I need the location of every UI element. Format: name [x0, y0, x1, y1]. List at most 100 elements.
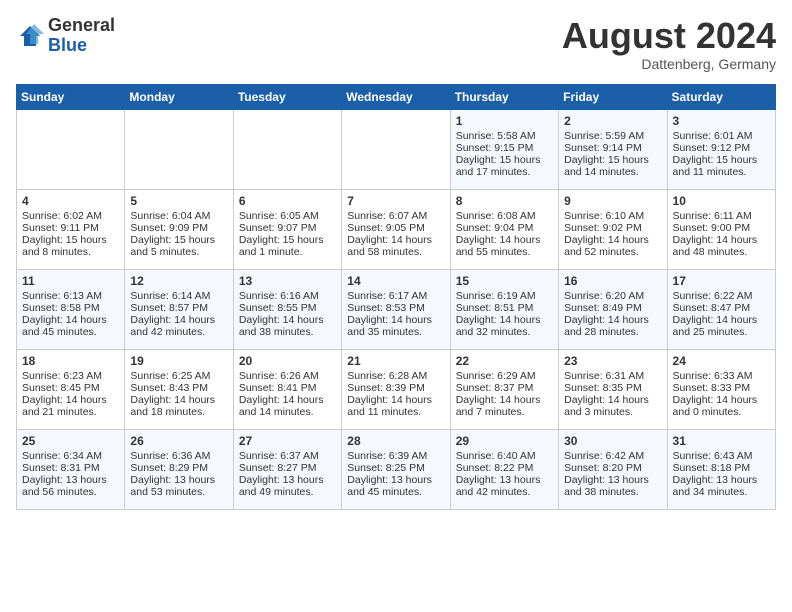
cell-text: Sunset: 8:22 PM: [456, 462, 553, 474]
calendar-cell: 15Sunrise: 6:19 AMSunset: 8:51 PMDayligh…: [450, 269, 558, 349]
cell-text: Sunset: 8:27 PM: [239, 462, 336, 474]
cell-text: Sunrise: 6:14 AM: [130, 290, 227, 302]
cell-text: Daylight: 14 hours and 7 minutes.: [456, 394, 553, 418]
calendar-cell: 11Sunrise: 6:13 AMSunset: 8:58 PMDayligh…: [17, 269, 125, 349]
cell-text: Sunrise: 6:16 AM: [239, 290, 336, 302]
cell-text: Daylight: 14 hours and 11 minutes.: [347, 394, 444, 418]
calendar-cell: 30Sunrise: 6:42 AMSunset: 8:20 PMDayligh…: [559, 429, 667, 509]
logo-text: General Blue: [48, 16, 115, 56]
calendar-cell: 4Sunrise: 6:02 AMSunset: 9:11 PMDaylight…: [17, 189, 125, 269]
day-number: 19: [130, 354, 227, 368]
cell-text: Daylight: 14 hours and 25 minutes.: [673, 314, 770, 338]
cell-text: Sunset: 8:43 PM: [130, 382, 227, 394]
cell-text: Sunrise: 6:34 AM: [22, 450, 119, 462]
cell-text: Sunset: 8:55 PM: [239, 302, 336, 314]
header-day-monday: Monday: [125, 84, 233, 109]
logo-general-text: General: [48, 16, 115, 36]
cell-text: Sunrise: 6:11 AM: [673, 210, 770, 222]
day-number: 14: [347, 274, 444, 288]
cell-text: Sunset: 9:00 PM: [673, 222, 770, 234]
title-block: August 2024 Dattenberg, Germany: [562, 16, 776, 72]
cell-text: Sunrise: 6:39 AM: [347, 450, 444, 462]
cell-text: Sunset: 8:49 PM: [564, 302, 661, 314]
cell-text: Sunrise: 6:25 AM: [130, 370, 227, 382]
cell-text: Sunrise: 6:10 AM: [564, 210, 661, 222]
cell-text: Daylight: 14 hours and 38 minutes.: [239, 314, 336, 338]
cell-text: Sunrise: 6:28 AM: [347, 370, 444, 382]
calendar-cell: 10Sunrise: 6:11 AMSunset: 9:00 PMDayligh…: [667, 189, 775, 269]
cell-text: Sunset: 9:09 PM: [130, 222, 227, 234]
cell-text: Sunrise: 6:42 AM: [564, 450, 661, 462]
day-number: 23: [564, 354, 661, 368]
calendar-cell: 2 Sunrise: 5:59 AMSunset: 9:14 PMDaylight…: [559, 109, 667, 189]
calendar-cell: 7Sunrise: 6:07 AMSunset: 9:05 PMDaylight…: [342, 189, 450, 269]
calendar-cell: 1Sunrise: 5:58 AMSunset: 9:15 PMDaylight…: [450, 109, 558, 189]
cell-text: Sunset: 9:15 PM: [456, 142, 553, 154]
calendar-cell: 18Sunrise: 6:23 AMSunset: 8:45 PMDayligh…: [17, 349, 125, 429]
cell-text: Sunrise: 6:37 AM: [239, 450, 336, 462]
calendar-cell: 14Sunrise: 6:17 AMSunset: 8:53 PMDayligh…: [342, 269, 450, 349]
cell-text: Daylight: 13 hours and 34 minutes.: [673, 474, 770, 498]
cell-text: Sunset: 8:45 PM: [22, 382, 119, 394]
calendar-cell: 16Sunrise: 6:20 AMSunset: 8:49 PMDayligh…: [559, 269, 667, 349]
cell-text: Daylight: 13 hours and 38 minutes.: [564, 474, 661, 498]
day-number: 28: [347, 434, 444, 448]
day-number: 18: [22, 354, 119, 368]
cell-text: Daylight: 14 hours and 35 minutes.: [347, 314, 444, 338]
day-number: 2: [564, 114, 661, 128]
calendar-cell: 25Sunrise: 6:34 AMSunset: 8:31 PMDayligh…: [17, 429, 125, 509]
cell-text: Daylight: 15 hours and 11 minutes.: [673, 154, 770, 178]
day-number: 30: [564, 434, 661, 448]
calendar-cell: 6Sunrise: 6:05 AMSunset: 9:07 PMDaylight…: [233, 189, 341, 269]
day-number: 27: [239, 434, 336, 448]
day-number: 24: [673, 354, 770, 368]
day-number: 4: [22, 194, 119, 208]
calendar-cell: 5 Sunrise: 6:04 AMSunset: 9:09 PMDaylight…: [125, 189, 233, 269]
cell-text: Sunset: 8:35 PM: [564, 382, 661, 394]
week-row-4: 25 Sunrise: 6:34 AMSunset: 8:31 PM Dayligh…: [17, 429, 776, 509]
day-number: 6: [239, 194, 336, 208]
cell-text: Sunrise: 6:02 AM: [22, 210, 119, 222]
cell-text: Sunrise: 6:05 AM: [239, 210, 336, 222]
day-number: 1: [456, 114, 553, 128]
cell-text: Sunset: 8:37 PM: [456, 382, 553, 394]
cell-text: Sunrise: 6:23 AM: [22, 370, 119, 382]
cell-text: Daylight: 13 hours and 53 minutes.: [130, 474, 227, 498]
cell-text: Daylight: 14 hours and 28 minutes.: [564, 314, 661, 338]
cell-text: Sunset: 8:39 PM: [347, 382, 444, 394]
cell-text: Daylight: 13 hours and 49 minutes.: [239, 474, 336, 498]
day-number: 25: [22, 434, 119, 448]
cell-text: Sunrise: 6:43 AM: [673, 450, 770, 462]
calendar-cell: 9Sunrise: 6:10 AMSunset: 9:02 PMDaylight…: [559, 189, 667, 269]
header-day-friday: Friday: [559, 84, 667, 109]
day-number: 21: [347, 354, 444, 368]
cell-text: Sunrise: 6:26 AM: [239, 370, 336, 382]
cell-text: Sunrise: 6:22 AM: [673, 290, 770, 302]
day-number: 16: [564, 274, 661, 288]
calendar-table: SundayMondayTuesdayWednesdayThursdayFrid…: [16, 84, 776, 510]
cell-text: Sunset: 8:25 PM: [347, 462, 444, 474]
cell-text: Sunrise: 6:04 AM: [130, 210, 227, 222]
day-number: 3: [673, 114, 770, 128]
cell-text: Sunrise: 6:33 AM: [673, 370, 770, 382]
cell-text: Sunrise: 6:01 AM: [673, 130, 770, 142]
calendar-body: 1Sunrise: 5:58 AMSunset: 9:15 PMDaylight…: [17, 109, 776, 509]
month-title: August 2024: [562, 16, 776, 56]
cell-text: Daylight: 15 hours and 5 minutes.: [130, 234, 227, 258]
cell-text: Daylight: 15 hours and 17 minutes.: [456, 154, 553, 178]
calendar-cell: 27 Sunrise: 6:37 AMSunset: 8:27 PMDayligh…: [233, 429, 341, 509]
header-day-tuesday: Tuesday: [233, 84, 341, 109]
week-row-2: 11Sunrise: 6:13 AMSunset: 8:58 PMDayligh…: [17, 269, 776, 349]
calendar-cell: 19Sunrise: 6:25 AMSunset: 8:43 PMDayligh…: [125, 349, 233, 429]
day-number: 13: [239, 274, 336, 288]
cell-text: Sunset: 8:31 PM: [22, 462, 119, 474]
day-number: 11: [22, 274, 119, 288]
day-number: 5: [130, 194, 227, 208]
cell-text: Daylight: 15 hours and 14 minutes.: [564, 154, 661, 178]
cell-text: Sunset: 9:07 PM: [239, 222, 336, 234]
logo: General Blue: [16, 16, 115, 56]
cell-text: Sunset: 9:14 PM: [564, 142, 661, 154]
cell-text: Sunset: 8:51 PM: [456, 302, 553, 314]
cell-text: Daylight: 15 hours and 8 minutes.: [22, 234, 119, 258]
cell-text: Sunrise: 5:59 AM: [564, 130, 661, 142]
